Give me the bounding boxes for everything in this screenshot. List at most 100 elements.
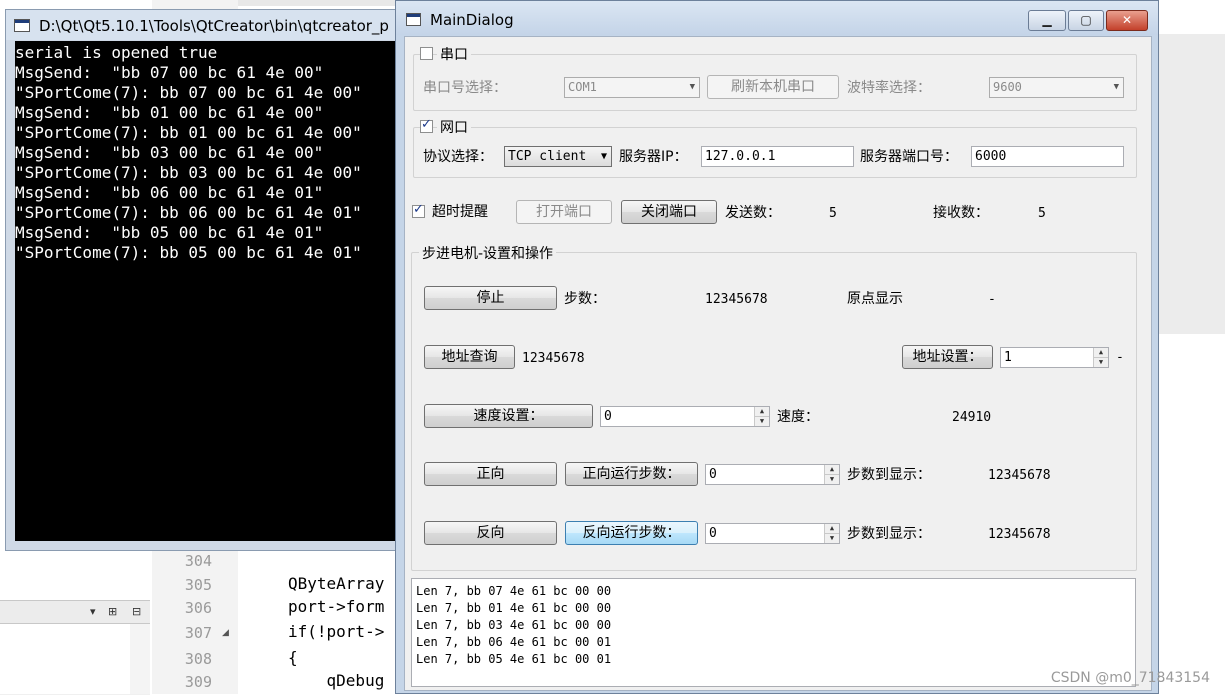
speed-value: 24910 bbox=[952, 410, 992, 425]
console-line: MsgSend: "bb 07 00 bc 61 4e 00" bbox=[15, 63, 324, 82]
spin-buttons[interactable]: ▲ ▼ bbox=[824, 524, 839, 543]
side-panel-toolbar: ▾ ⊞ ⊟ bbox=[0, 601, 150, 624]
code-line[interactable]: qDebug bbox=[288, 671, 385, 690]
log-line: Len 7, bb 06 4e 61 bc 00 01 bbox=[416, 635, 612, 649]
side-panel-scrollbar[interactable] bbox=[130, 624, 150, 694]
baud-rate-select[interactable]: 9600 ▼ bbox=[989, 77, 1124, 98]
spin-down-icon[interactable]: ▼ bbox=[1094, 358, 1108, 367]
recv-count-value: 5 bbox=[1038, 206, 1046, 221]
spin-up-icon[interactable]: ▲ bbox=[825, 524, 839, 534]
console-line: MsgSend: "bb 05 00 bc 61 4e 01" bbox=[15, 223, 324, 242]
chevron-down-icon: ▼ bbox=[689, 82, 695, 92]
steps-value: 12345678 bbox=[705, 292, 768, 307]
close-panel-icon[interactable]: ⊟ bbox=[132, 605, 141, 618]
spin-up-icon[interactable]: ▲ bbox=[825, 465, 839, 475]
origin-value: - bbox=[988, 292, 996, 307]
serial-port-label: 串口号选择： bbox=[423, 80, 507, 96]
speed-set-button[interactable]: 速度设置： bbox=[424, 404, 593, 428]
console-window-icon bbox=[14, 19, 30, 32]
fold-arrow-icon[interactable]: ◢ bbox=[222, 628, 229, 638]
watermark: CSDN @m0_71843154 bbox=[1050, 670, 1210, 686]
minimize-button[interactable]: ▁ bbox=[1028, 10, 1066, 31]
address-set-value: 1 bbox=[1004, 350, 1012, 365]
line-number: 305 bbox=[184, 576, 212, 594]
address-set-button[interactable]: 地址设置： bbox=[902, 345, 993, 369]
chevron-down-icon: ▼ bbox=[1113, 82, 1119, 92]
serial-port-value: COM1 bbox=[568, 80, 597, 94]
forward-button[interactable]: 正向 bbox=[424, 462, 557, 486]
dropdown-arrow-icon[interactable]: ▾ bbox=[90, 605, 96, 618]
forward-steps-spinbox[interactable]: 0 ▲ ▼ bbox=[705, 464, 840, 485]
spin-down-icon[interactable]: ▼ bbox=[825, 534, 839, 543]
recv-count-label: 接收数： bbox=[933, 205, 989, 221]
ide-side-panel: ▾ ⊞ ⊟ bbox=[0, 600, 150, 695]
address-set-spinbox[interactable]: 1 ▲ ▼ bbox=[1000, 347, 1109, 368]
baud-rate-label: 波特率选择： bbox=[847, 80, 931, 96]
code-line[interactable]: QByteArray bbox=[288, 574, 384, 593]
reverse-steps-spinbox[interactable]: 0 ▲ ▼ bbox=[705, 523, 840, 544]
reverse-reach-label: 步数到显示： bbox=[847, 526, 931, 542]
log-textbox[interactable]: Len 7, bb 07 4e 61 bc 00 00 Len 7, bb 01 … bbox=[411, 578, 1136, 687]
spin-down-icon[interactable]: ▼ bbox=[825, 475, 839, 484]
main-dialog: MainDialog ▁ ▢ ✕ 串口 串口号选择： COM1 ▼ 刷新本机串口… bbox=[395, 0, 1159, 694]
close-button[interactable]: ✕ bbox=[1106, 10, 1148, 31]
forward-steps-value: 0 bbox=[709, 467, 717, 482]
console-line: serial is opened true bbox=[15, 43, 218, 62]
console-line: MsgSend: "bb 03 00 bc 61 4e 00" bbox=[15, 143, 324, 162]
timeout-checkbox[interactable] bbox=[412, 202, 425, 218]
server-ip-label: 服务器IP： bbox=[619, 149, 688, 165]
line-number: 306 bbox=[184, 599, 212, 617]
spin-buttons[interactable]: ▲ ▼ bbox=[754, 407, 769, 426]
network-checkbox[interactable] bbox=[420, 117, 433, 133]
code-line[interactable]: if(!port-> bbox=[288, 622, 384, 641]
maximize-button[interactable]: ▢ bbox=[1068, 10, 1104, 31]
dialog-titlebar[interactable]: MainDialog ▁ ▢ ✕ bbox=[396, 1, 1158, 35]
server-port-label: 服务器端口号： bbox=[860, 149, 958, 165]
reverse-steps-value: 0 bbox=[709, 526, 717, 541]
forward-reach-label: 步数到显示： bbox=[847, 467, 931, 483]
server-port-input[interactable]: 6000 bbox=[971, 146, 1124, 167]
console-output[interactable]: serial is opened true MsgSend: "bb 07 00 … bbox=[15, 41, 400, 541]
origin-label: 原点显示 bbox=[847, 291, 903, 307]
reverse-button[interactable]: 反向 bbox=[424, 521, 557, 545]
line-number: 309 bbox=[184, 673, 212, 691]
speed-set-value: 0 bbox=[604, 409, 612, 424]
timeout-label: 超时提醒 bbox=[432, 204, 488, 220]
console-window: D:\Qt\Qt5.10.1\Tools\QtCreator\bin\qtcre… bbox=[5, 9, 401, 551]
spin-up-icon[interactable]: ▲ bbox=[755, 407, 769, 417]
serial-checkbox[interactable] bbox=[420, 47, 433, 60]
reverse-steps-button[interactable]: 反向运行步数： bbox=[565, 521, 698, 545]
line-number: 304 bbox=[184, 552, 212, 570]
open-port-button[interactable]: 打开端口 bbox=[516, 200, 612, 224]
line-number: 308 bbox=[184, 650, 212, 668]
stop-button[interactable]: 停止 bbox=[424, 286, 557, 310]
console-titlebar[interactable]: D:\Qt\Qt5.10.1\Tools\QtCreator\bin\qtcre… bbox=[6, 10, 400, 40]
speed-set-spinbox[interactable]: 0 ▲ ▼ bbox=[600, 406, 770, 427]
spin-buttons[interactable]: ▲ ▼ bbox=[1093, 348, 1108, 367]
log-line: Len 7, bb 01 4e 61 bc 00 00 bbox=[416, 601, 612, 615]
code-line[interactable]: { bbox=[288, 648, 298, 667]
network-group-title: 网口 bbox=[437, 117, 471, 137]
chevron-down-icon: ▼ bbox=[600, 151, 607, 162]
close-port-button[interactable]: 关闭端口 bbox=[621, 200, 717, 224]
spin-buttons[interactable]: ▲ ▼ bbox=[824, 465, 839, 484]
spin-up-icon[interactable]: ▲ bbox=[1094, 348, 1108, 358]
send-count-label: 发送数： bbox=[725, 205, 781, 221]
server-ip-input[interactable]: 127.0.0.1 bbox=[701, 146, 854, 167]
log-line: Len 7, bb 03 4e 61 bc 00 00 bbox=[416, 618, 612, 632]
baud-rate-value: 9600 bbox=[993, 80, 1022, 94]
refresh-ports-button[interactable]: 刷新本机串口 bbox=[707, 75, 839, 99]
motor-group-title: 步进电机-设置和操作 bbox=[419, 243, 557, 263]
spin-down-icon[interactable]: ▼ bbox=[755, 417, 769, 426]
code-line[interactable]: port->form bbox=[288, 597, 384, 616]
steps-label: 步数： bbox=[564, 291, 606, 307]
split-icon[interactable]: ⊞ bbox=[108, 605, 117, 618]
protocol-select[interactable]: TCP client ▼ bbox=[504, 146, 612, 167]
serial-port-select[interactable]: COM1 ▼ bbox=[564, 77, 700, 98]
address-query-button[interactable]: 地址查询 bbox=[424, 345, 515, 369]
side-panel-list[interactable] bbox=[0, 624, 131, 694]
console-line: "SPortCome(7): bb 07 00 bc 61 4e 00" bbox=[15, 83, 362, 102]
forward-steps-button[interactable]: 正向运行步数： bbox=[565, 462, 698, 486]
console-line: "SPortCome(7): bb 06 00 bc 61 4e 01" bbox=[15, 203, 362, 222]
console-title: D:\Qt\Qt5.10.1\Tools\QtCreator\bin\qtcre… bbox=[39, 17, 389, 35]
